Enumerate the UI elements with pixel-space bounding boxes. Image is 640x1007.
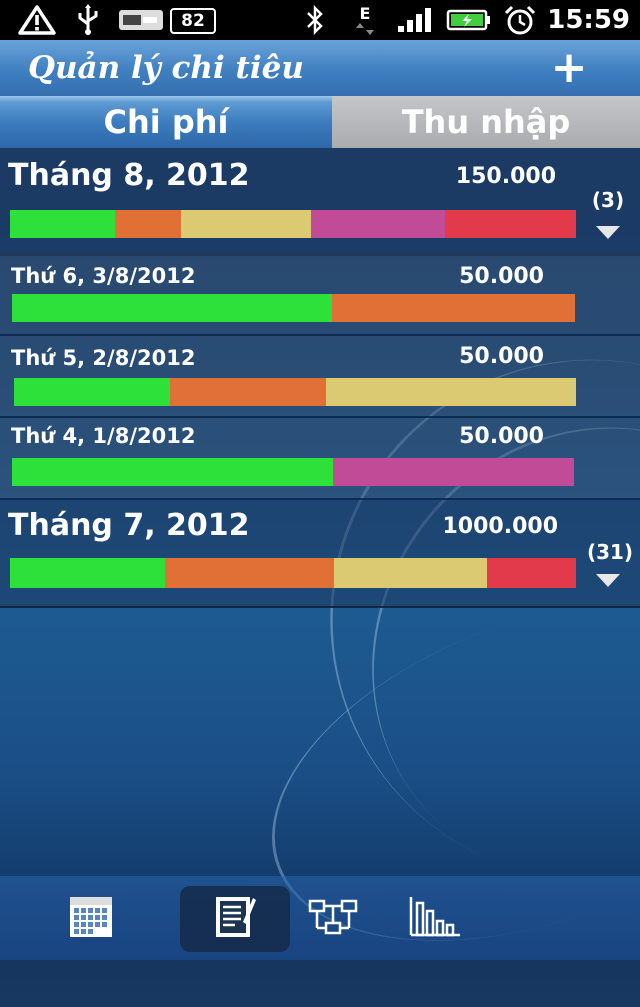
add-button[interactable]: + (546, 46, 592, 92)
expense-breakdown-bar (12, 294, 575, 322)
usb-icon (70, 0, 106, 40)
month-label: Tháng 8, 2012 (8, 158, 250, 193)
category-segment (10, 210, 115, 238)
app-title: Quản lý chi tiêu (28, 50, 304, 86)
warning-icon (14, 0, 60, 40)
network-type-text: E (359, 4, 371, 23)
nav-calendar[interactable] (36, 886, 146, 952)
item-count: (31) (586, 540, 634, 564)
category-segment (332, 458, 574, 486)
day-amount: 50.000 (459, 344, 544, 369)
category-segment (165, 558, 335, 588)
nav-statistics[interactable] (380, 886, 490, 952)
category-segment (10, 558, 166, 588)
category-segment (12, 294, 332, 322)
category-segment (311, 210, 446, 238)
expense-breakdown-bar (10, 210, 576, 238)
tab-bar: Chi phí Thu nhập (0, 96, 640, 148)
day-label: Thứ 4, 1/8/2012 (11, 424, 196, 448)
month-label: Tháng 7, 2012 (8, 508, 250, 543)
category-segment (445, 210, 576, 238)
day-amount: 50.000 (459, 424, 544, 449)
day-entry-row[interactable]: Thứ 4, 1/8/2012 50.000 (0, 418, 640, 500)
category-segment (486, 558, 576, 588)
day-label: Thứ 5, 2/8/2012 (11, 346, 196, 370)
tab-thu-nhap[interactable]: Thu nhập (332, 96, 640, 148)
app-bar: Quản lý chi tiêu + (0, 40, 640, 96)
battery-level-badge: 82 (170, 8, 216, 34)
edge-signal-icon: E (350, 0, 380, 40)
category-segment (331, 294, 575, 322)
status-clock: 15:59 (547, 5, 630, 35)
category-segment (170, 378, 327, 406)
expense-breakdown-bar (12, 458, 574, 486)
signal-icon (394, 0, 436, 40)
expand-chevron-icon[interactable] (596, 574, 620, 587)
category-segment (334, 558, 487, 588)
status-bar: 82 E 15:59 (0, 0, 640, 40)
debug-icon (116, 0, 166, 40)
category-segment (14, 378, 171, 406)
nav-transfer[interactable] (278, 886, 388, 952)
expense-breakdown-bar (10, 558, 576, 588)
nav-notebook[interactable] (180, 886, 290, 952)
notepad-icon (213, 894, 257, 944)
transfer-icon (307, 895, 359, 943)
category-segment (326, 378, 576, 406)
month-group-row[interactable]: Tháng 7, 2012 1000.000 (31) (0, 500, 640, 608)
day-entry-row[interactable]: Thứ 5, 2/8/2012 50.000 (0, 336, 640, 418)
bottom-nav (0, 876, 640, 960)
expense-breakdown-bar (14, 378, 576, 406)
category-segment (12, 458, 333, 486)
expand-chevron-icon[interactable] (596, 226, 620, 239)
calendar-icon (68, 895, 114, 943)
item-count: (3) (591, 188, 625, 212)
day-entry-row[interactable]: Thứ 6, 3/8/2012 50.000 (0, 254, 640, 336)
day-amount: 50.000 (459, 264, 544, 289)
month-group-row[interactable]: Tháng 8, 2012 150.000 (3) (0, 148, 640, 256)
bluetooth-icon (300, 0, 330, 40)
battery-level-text: 82 (181, 11, 205, 31)
day-label: Thứ 6, 3/8/2012 (11, 264, 196, 288)
category-segment (114, 210, 181, 238)
alarm-icon (500, 0, 540, 40)
month-total-amount: 1000.000 (442, 514, 558, 539)
month-total-amount: 150.000 (455, 164, 556, 189)
tab-chi-phi[interactable]: Chi phí (0, 96, 332, 148)
battery-icon (444, 0, 494, 40)
bar-chart-icon (408, 895, 462, 943)
category-segment (180, 210, 312, 238)
